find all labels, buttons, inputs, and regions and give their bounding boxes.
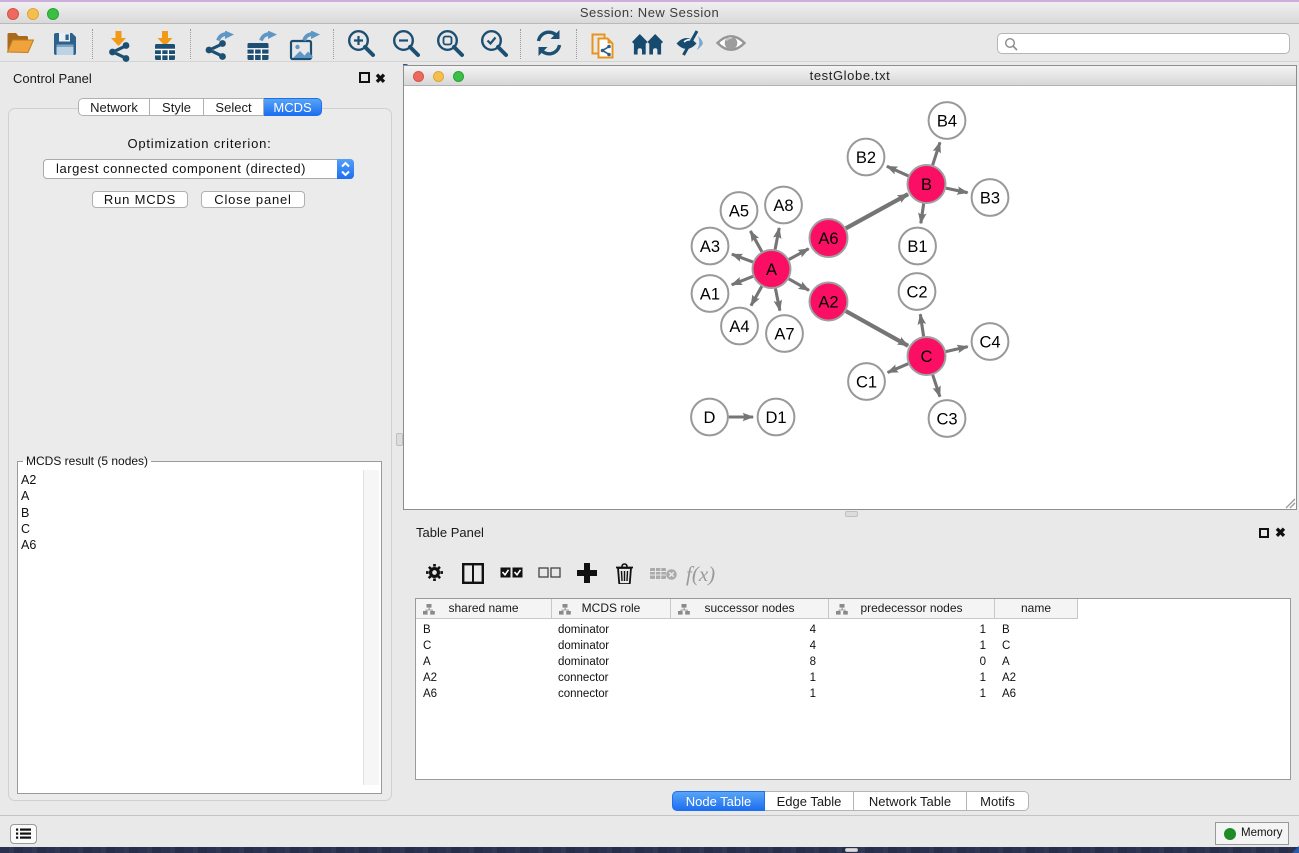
svg-text:A8: A8 — [773, 197, 793, 215]
svg-text:C1: C1 — [856, 374, 877, 392]
svg-text:A5: A5 — [729, 203, 749, 221]
svg-text:C4: C4 — [979, 334, 1000, 352]
svg-text:B3: B3 — [980, 190, 1000, 208]
svg-text:A2: A2 — [818, 294, 838, 312]
svg-text:B: B — [921, 176, 932, 194]
svg-text:A7: A7 — [774, 326, 794, 344]
svg-text:A3: A3 — [700, 238, 720, 256]
svg-text:A1: A1 — [700, 286, 720, 304]
svg-text:A: A — [766, 261, 777, 279]
svg-text:D: D — [704, 409, 716, 427]
svg-text:C2: C2 — [906, 284, 927, 302]
svg-text:D1: D1 — [765, 409, 786, 427]
svg-text:C3: C3 — [936, 411, 957, 429]
svg-text:C: C — [921, 348, 933, 366]
svg-text:B1: B1 — [907, 238, 927, 256]
svg-text:B2: B2 — [856, 149, 876, 167]
svg-text:B4: B4 — [937, 113, 957, 131]
svg-text:A6: A6 — [818, 230, 838, 248]
svg-text:A4: A4 — [729, 318, 749, 336]
